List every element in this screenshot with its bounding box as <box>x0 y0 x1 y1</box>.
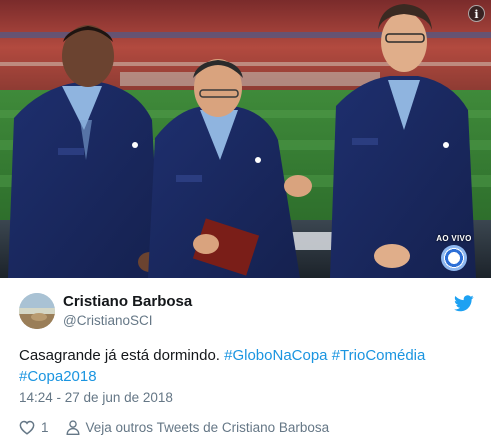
like-count: 1 <box>41 419 49 435</box>
live-label: AO VIVO <box>436 234 472 243</box>
hashtag-link-triocomedia[interactable]: #TrioComédia <box>332 347 426 364</box>
hashtag-link-globonacopa[interactable]: #GloboNaCopa <box>224 347 327 364</box>
twitter-bird-icon[interactable] <box>454 295 474 312</box>
info-icon[interactable]: i <box>468 5 485 22</box>
tweet-photo[interactable]: AO VIVO i <box>0 0 491 278</box>
tweet-timestamp[interactable]: 14:24 - 27 de jun de 2018 <box>19 390 173 405</box>
author-display-name[interactable]: Cristiano Barbosa <box>63 293 192 310</box>
hashtag-link-copa2018[interactable]: #Copa2018 <box>19 368 97 385</box>
more-tweets-link[interactable]: Veja outros Tweets de Cristiano Barbosa <box>86 420 330 435</box>
tweet-text: Casagrande já está dormindo. #GloboNaCop… <box>19 345 474 387</box>
tweet-text-plain: Casagrande já está dormindo. <box>19 347 225 364</box>
person-icon <box>66 419 79 435</box>
live-badge: AO VIVO <box>428 234 480 271</box>
author-screen-name[interactable]: @CristianoSCI <box>63 313 152 328</box>
heart-icon[interactable] <box>19 420 35 435</box>
avatar[interactable] <box>19 293 55 329</box>
avatar-image <box>19 293 55 329</box>
photo-scene <box>0 0 491 278</box>
tweet-card: AO VIVO i Cristiano Barbosa @CristianoSC… <box>0 0 491 438</box>
tweet-actions: 1 Veja outros Tweets de Cristiano Barbos… <box>19 418 329 436</box>
globo-logo-icon <box>441 245 467 271</box>
